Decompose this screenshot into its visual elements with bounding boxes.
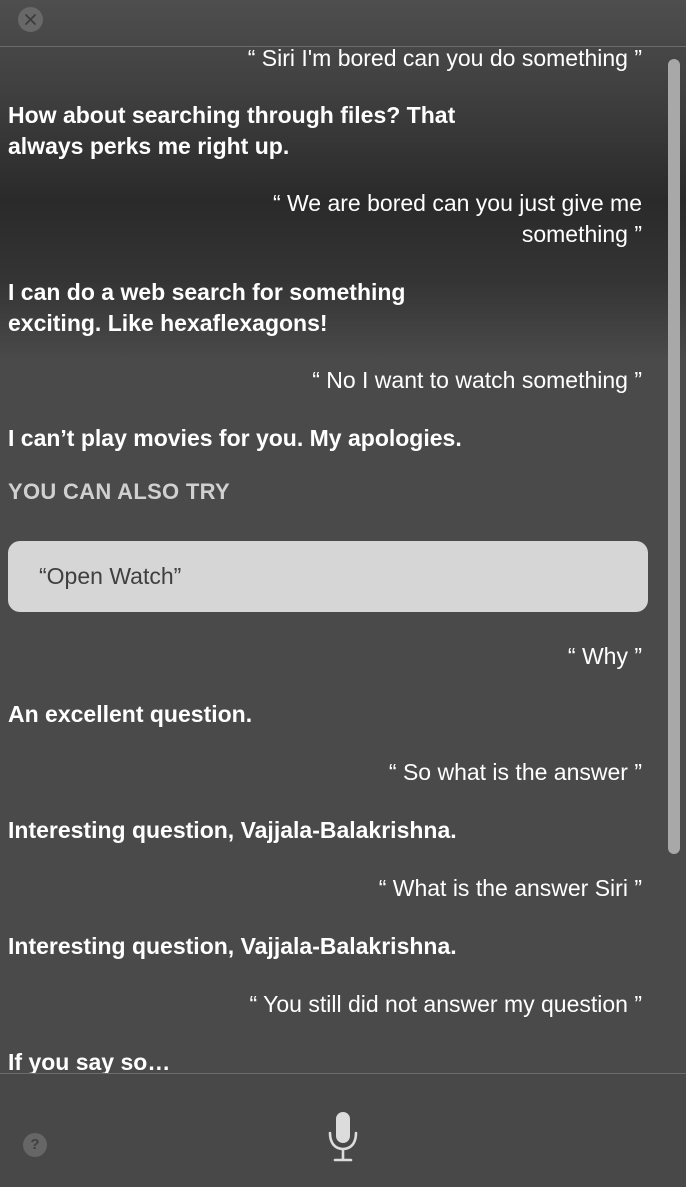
- close-icon: [25, 14, 36, 25]
- siri-window: “ Siri I'm bored can you do something ” …: [0, 0, 686, 1187]
- microphone-icon: [328, 1112, 358, 1162]
- user-query: “ What is the answer Siri ”: [378, 875, 642, 901]
- bottom-bar: ?: [0, 1073, 686, 1187]
- user-query: “ So what is the answer ”: [388, 759, 642, 785]
- close-button[interactable]: [18, 7, 43, 32]
- help-button[interactable]: ?: [23, 1133, 47, 1157]
- suggestion-open-watch[interactable]: “Open Watch”: [8, 541, 648, 612]
- siri-response: If you say so…: [8, 1049, 171, 1073]
- conversation-transcript[interactable]: “ Siri I'm bored can you do something ” …: [0, 47, 686, 1073]
- user-query: “ Siri I'm bored can you do something ”: [247, 47, 642, 71]
- siri-response: An excellent question.: [8, 701, 253, 727]
- scrollbar-thumb[interactable]: [668, 59, 680, 854]
- siri-response: Interesting question, Vajjala-Balakrishn…: [8, 817, 457, 843]
- siri-response: Interesting question, Vajjala-Balakrishn…: [8, 933, 457, 959]
- user-query: “ You still did not answer my question ”: [249, 991, 642, 1017]
- microphone-button[interactable]: [326, 1111, 360, 1163]
- suggestions-title: YOU CAN ALSO TRY: [8, 479, 230, 504]
- title-bar: [0, 0, 686, 47]
- siri-response: I can do a web search for something exci…: [8, 279, 406, 336]
- user-query: “ Why ”: [567, 643, 642, 669]
- siri-response: How about searching through files? That …: [8, 102, 456, 159]
- user-query: “ No I want to watch something ”: [312, 367, 642, 393]
- scrollbar[interactable]: [662, 47, 686, 1073]
- siri-response: I can’t play movies for you. My apologie…: [8, 425, 462, 451]
- user-query: “ We are bored can you just give me some…: [272, 190, 642, 247]
